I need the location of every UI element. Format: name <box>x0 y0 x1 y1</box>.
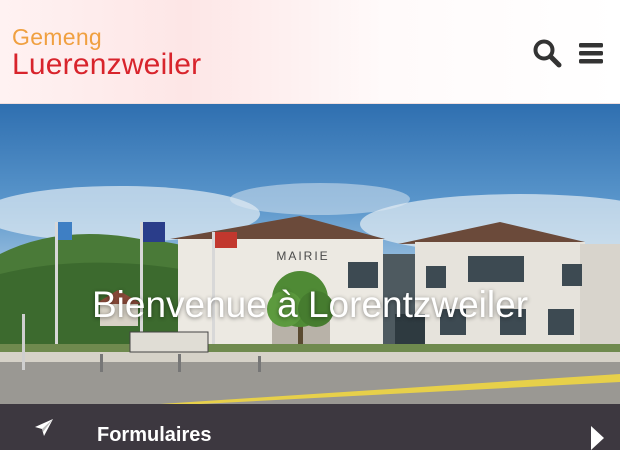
site-header: Gemeng Luerenzweiler <box>0 0 620 104</box>
site-logo[interactable]: Gemeng Luerenzweiler <box>12 26 201 80</box>
menu-icon[interactable] <box>576 38 606 68</box>
caret-right-icon[interactable] <box>590 426 604 450</box>
town-hall-photo: MAIRIE <box>0 183 620 404</box>
quick-link-formulaires[interactable]: Formulaires <box>0 404 620 450</box>
hero-banner: MAIRIE Bienvenue à Lorentzweiler <box>0 104 620 404</box>
hero-title: Bienvenue à Lorentzweiler <box>91 284 529 325</box>
logo-line-gemeng: Gemeng <box>12 24 103 50</box>
mairie-sign: MAIRIE <box>276 249 329 263</box>
logo-line-municipality: Luerenzweiler <box>12 48 202 81</box>
header-actions <box>532 38 606 68</box>
search-icon[interactable] <box>532 38 562 68</box>
quick-link-label: Formulaires <box>97 424 212 446</box>
paper-plane-icon <box>35 419 53 436</box>
